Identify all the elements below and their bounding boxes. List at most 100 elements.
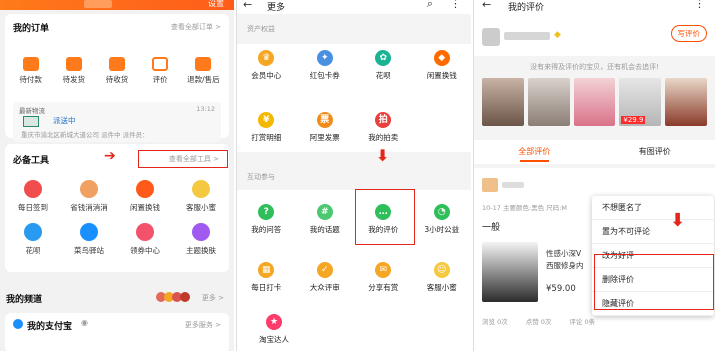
share-icon: ✉ — [375, 262, 392, 278]
settings-link[interactable]: 设置 — [208, 0, 224, 9]
assets-item[interactable]: ♛ 会员中心 — [241, 50, 291, 92]
user-name-blurred — [504, 32, 550, 40]
alipay-more-link[interactable]: 更多服务 > — [185, 320, 221, 330]
product-thumbnail[interactable] — [527, 78, 570, 126]
item-label: 客服小蜜 — [426, 283, 457, 292]
channel-more-link[interactable]: 更多 > — [202, 293, 224, 303]
interact-item[interactable]: ▦ 每日打卡 — [241, 262, 291, 306]
interact-item[interactable]: ☺ 客服小蜜 — [417, 262, 467, 306]
back-arrow-icon[interactable]: ← — [482, 0, 491, 11]
interact-item[interactable]: ? 我的问答 — [241, 204, 291, 252]
interact-item[interactable]: # 我的话题 — [300, 204, 350, 252]
product-thumbnail[interactable] — [665, 78, 707, 126]
more-options-icon[interactable]: ⋮ — [694, 0, 705, 10]
tool-label: 菜鸟驿站 — [74, 246, 104, 255]
interact-item[interactable]: ★ 淘宝达人 — [249, 314, 299, 351]
my-reviews-panel: ← 我的评价 ⋮ ◆ 写评价 没有来得及评价的宝贝，还有机会去追评! ¥29.9… — [473, 0, 715, 351]
hashtag-icon: # — [316, 204, 333, 220]
flame-icon: ◆ — [433, 50, 450, 66]
item-label: 会员中心 — [251, 71, 282, 80]
product-price: ¥59.00 — [546, 284, 576, 294]
vip-diamond-icon: ◆ — [554, 30, 561, 40]
order-item-label: 待付款 — [19, 75, 42, 84]
item-label: 我的拍卖 — [368, 133, 399, 142]
more-header: ← 更多 ⌕ ⋮ — [237, 0, 471, 14]
user-info-bar: ◆ 写评价 — [474, 16, 715, 56]
menu-item-not-anonymous[interactable]: 不想匿名了 — [592, 196, 714, 220]
tool-item[interactable]: 闲置换钱 — [117, 180, 173, 213]
tool-label: 每日签到 — [18, 203, 48, 212]
order-pending-shipment[interactable]: 待发货 — [54, 57, 94, 85]
logistics-address: 重庆市渝北区新城大道公司 派件中 派件员： — [21, 131, 149, 139]
coin-icon: ¥ — [258, 112, 275, 128]
item-label: 闲置换钱 — [426, 71, 457, 80]
tab-photo-reviews[interactable]: 有图评价 — [595, 140, 715, 164]
item-label: 每日打卡 — [251, 283, 282, 292]
pending-review-prompt: 没有来得及评价的宝贝，还有机会去追评! — [530, 63, 659, 71]
truck-icon — [108, 57, 125, 71]
assets-item[interactable]: 票阿里发票 — [300, 112, 350, 152]
wallet-icon — [22, 57, 39, 71]
interact-item[interactable]: ◔ 3小时公益 — [417, 204, 467, 252]
item-label: 我的问答 — [251, 225, 282, 234]
channel-title: 我的频道 — [6, 295, 43, 305]
auction-icon: 拍 — [375, 112, 392, 128]
avatar — [482, 178, 498, 192]
logistics-status: 派送中 — [53, 116, 76, 125]
menu-item-disable-comments[interactable]: 置为不可评论 — [592, 220, 714, 244]
order-pending-receipt[interactable]: 待收货 — [97, 57, 137, 85]
product-thumbnail[interactable] — [482, 78, 524, 126]
item-label: 大众评审 — [309, 283, 340, 292]
review-text: 一般 — [482, 223, 501, 233]
alipay-icon — [13, 319, 23, 329]
judge-icon: ✓ — [316, 262, 333, 278]
pending-products-row: ¥29.9 — [482, 78, 707, 126]
interact-item[interactable]: ✉ 分享有赏 — [358, 262, 408, 306]
alipay-card: 我的支付宝 ◉ 更多服务 > — [5, 313, 229, 351]
tool-label: 闲置换钱 — [130, 203, 160, 212]
back-arrow-icon[interactable]: ← — [243, 0, 252, 11]
tool-item[interactable]: 领券中心 — [117, 223, 173, 256]
tool-item[interactable]: 每日签到 — [5, 180, 61, 213]
tools-title: 必备工具 — [13, 156, 50, 166]
annotation-highlight-box — [355, 189, 415, 245]
user-name-blurred — [84, 0, 112, 8]
latest-logistics[interactable]: 最新物流 13:12 派送中 重庆市渝北区新城大道公司 派件中 派件员： — [13, 102, 221, 142]
order-refund[interactable]: 退款/售后 — [183, 57, 223, 85]
order-pending-payment[interactable]: 待付款 — [11, 57, 51, 85]
search-icon[interactable]: ⌕ — [427, 0, 433, 11]
channel-avatars — [156, 292, 190, 305]
huabei-icon: ✿ — [375, 50, 392, 66]
orders-title: 我的订单 — [13, 24, 50, 34]
tool-item[interactable]: 客服小蜜 — [173, 180, 229, 213]
product-thumbnail[interactable]: ¥29.9 — [619, 78, 662, 126]
eye-icon[interactable]: ◉ — [81, 318, 88, 327]
assets-item[interactable]: ✦ 红包卡券 — [300, 50, 350, 92]
assets-row-1: ♛ 会员中心 ✦ 红包卡券 ✿ 花呗 ◆ 闲置换钱 — [237, 44, 471, 92]
bot-icon: ☺ — [433, 262, 450, 278]
tool-item[interactable]: 菜鸟驿站 — [61, 223, 117, 256]
review-photo[interactable] — [482, 242, 538, 302]
interact-item[interactable]: ✓ 大众评审 — [300, 262, 350, 306]
orders-card: 我的订单 查看全部订单 > 待付款 待发货 待收货 评价 退款/售后 最新物流 … — [5, 14, 229, 142]
order-item-label: 待发货 — [62, 75, 86, 84]
more-options-icon[interactable]: ⋮ — [450, 0, 461, 10]
tool-item[interactable]: 省钱消消消 — [61, 180, 117, 213]
huabei-icon — [24, 223, 42, 241]
tool-item[interactable]: 花呗 — [5, 223, 61, 256]
station-icon — [80, 223, 98, 241]
section-assets: 资产权益 — [237, 20, 471, 38]
tab-all-reviews[interactable]: 全部评价 — [474, 140, 595, 164]
tool-label: 客服小蜜 — [186, 203, 216, 212]
question-icon: ? — [258, 204, 275, 220]
tool-item[interactable]: 主题换肤 — [173, 223, 229, 256]
product-thumbnail[interactable] — [573, 78, 616, 126]
view-all-orders-link[interactable]: 查看全部订单 > — [171, 22, 221, 32]
assets-item[interactable]: ✿ 花呗 — [358, 50, 408, 92]
assets-item[interactable]: ¥ 打赏明细 — [241, 112, 291, 152]
assets-item[interactable]: ◆ 闲置换钱 — [417, 50, 467, 92]
tool-label: 主题换肤 — [186, 246, 216, 255]
order-to-review[interactable]: 评价 — [140, 57, 180, 85]
bot-icon — [192, 180, 210, 198]
write-review-button[interactable]: 写评价 — [670, 25, 707, 42]
